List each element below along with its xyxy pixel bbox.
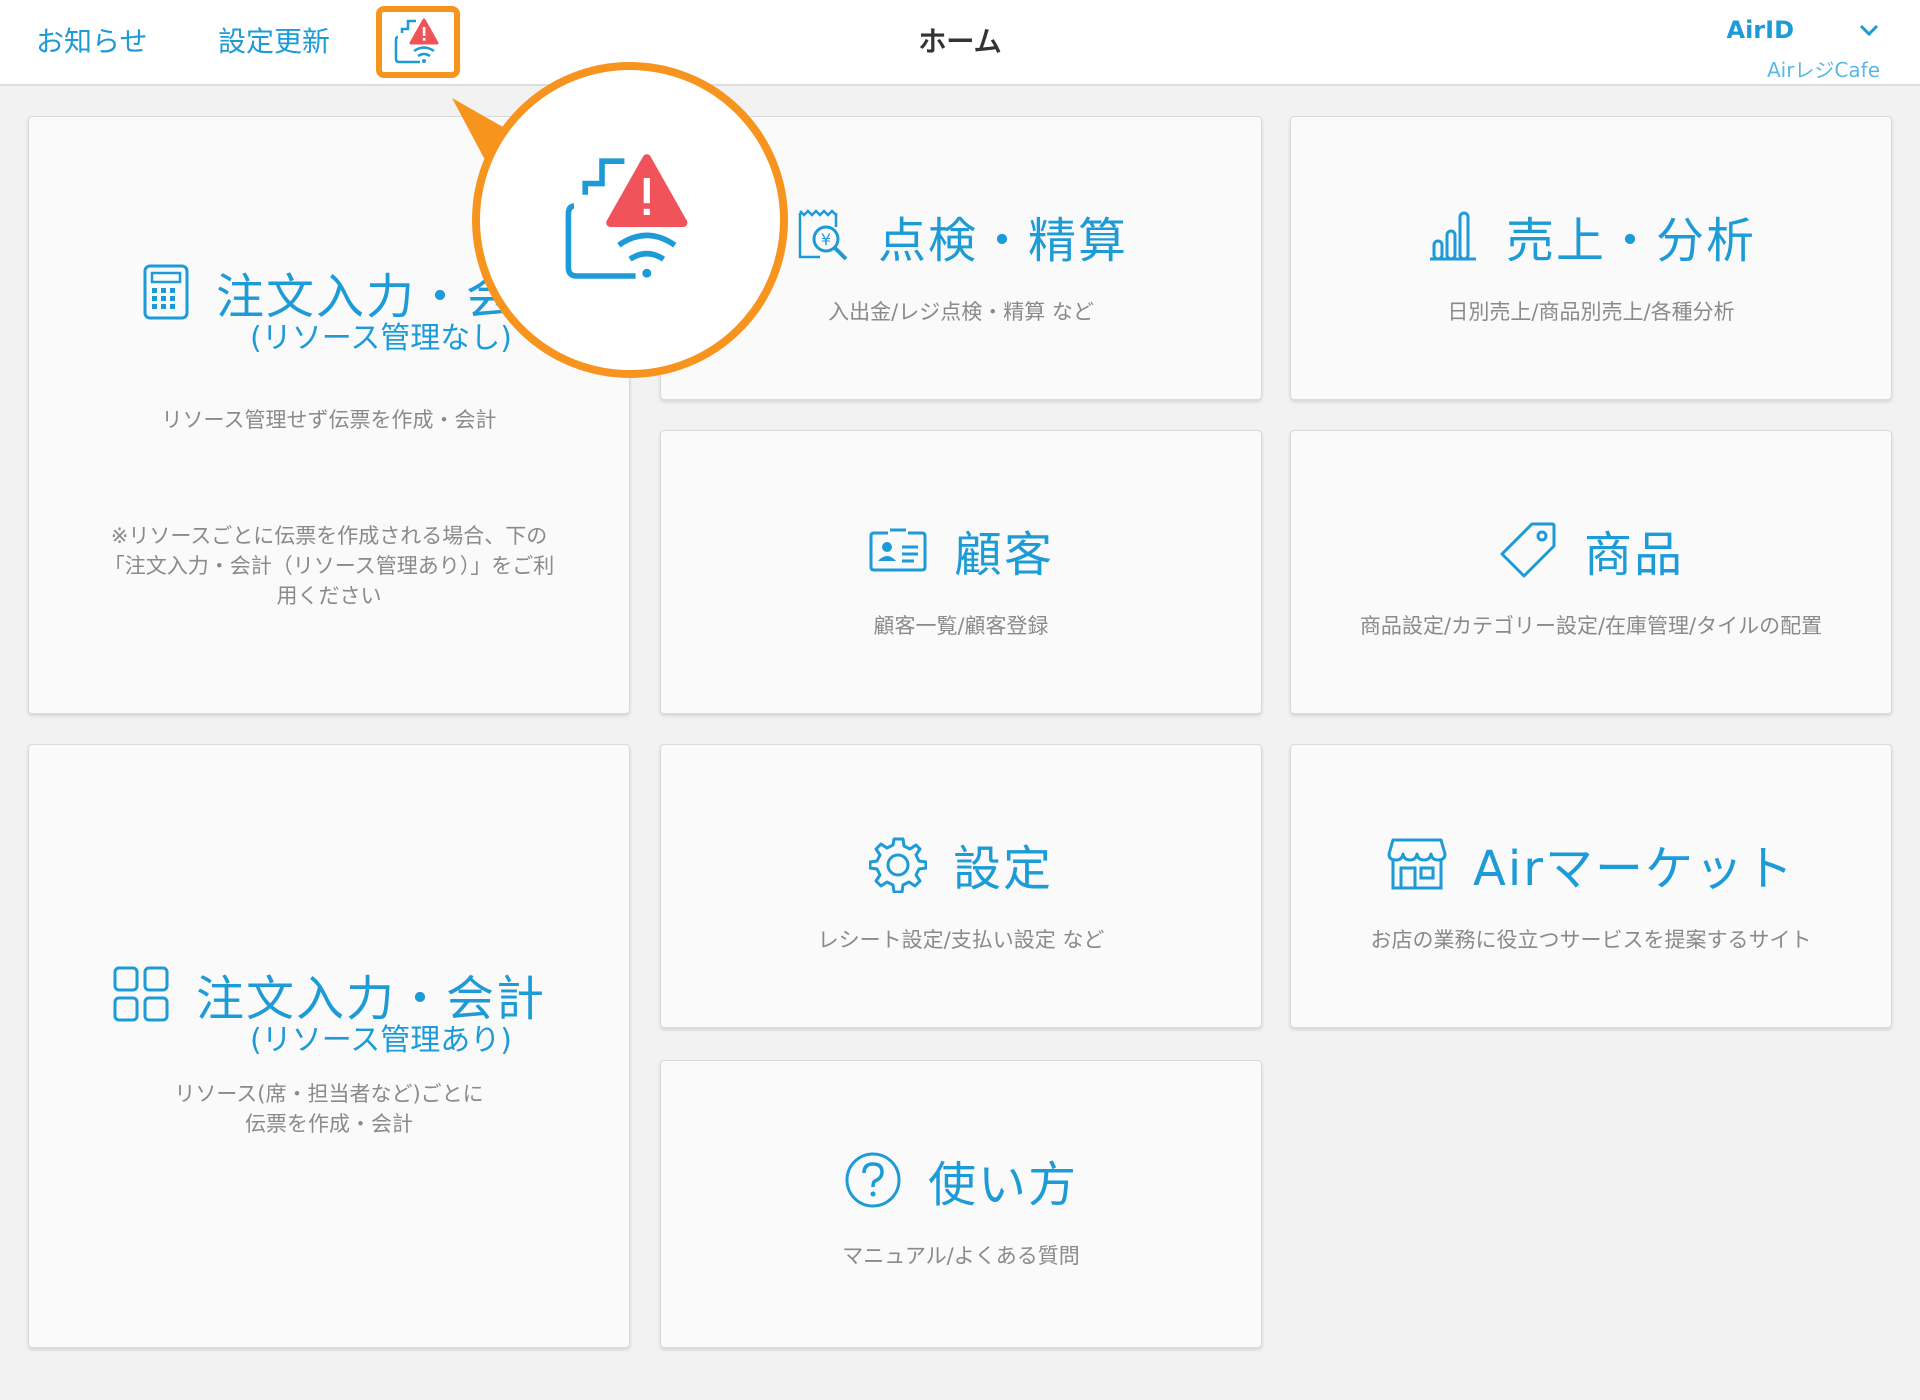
tile-sales[interactable]: 売上・分析 日別売上/商品別売上/各種分析 (1290, 116, 1892, 400)
tile-head: Airマーケット (1291, 829, 1891, 899)
tile-head: 売上・分析 (1291, 201, 1891, 271)
question-icon (845, 1152, 901, 1208)
account-name: AirID (1726, 16, 1795, 44)
tile-description: リソース(席・担当者など)ごとに 伝票を作成・会計 (59, 1079, 599, 1139)
account-menu[interactable]: AirID AirレジCafe (1727, 16, 1881, 83)
tile-description: お店の業務に役立つサービスを提案するサイト (1370, 928, 1812, 952)
note-line: ※リソースごとに伝票を作成される場合、下の (110, 524, 548, 548)
printer-warning-icon (394, 18, 439, 64)
tile-product[interactable]: 商品 商品設定/カテゴリー設定/在庫管理/タイルの配置 (1290, 430, 1892, 714)
tile-description: 日別売上/商品別売上/各種分析 (1447, 300, 1735, 324)
tile-title: 商品 (1583, 527, 1684, 583)
tile-head: 商品 (1291, 515, 1891, 585)
receipt-search-icon: ¥ (798, 209, 848, 261)
tile-title: 使い方 (927, 1157, 1078, 1213)
tile-description: リソース管理せず伝票を作成・会計 (161, 408, 497, 432)
desc-line: 伝票を作成・会計 (245, 1112, 413, 1136)
settings-update-link[interactable]: 設定更新 (218, 24, 330, 60)
tile-head: 顧客 (661, 515, 1261, 585)
tile-description: マニュアル/よくある質問 (842, 1244, 1080, 1268)
gear-icon (868, 837, 927, 893)
note-line: 「注文入力・会計（リソース管理あり）」をご利 (103, 554, 555, 578)
printer-warning-icon (565, 154, 688, 279)
customer-card-icon (869, 528, 927, 572)
tile-help[interactable]: 使い方 マニュアル/よくある質問 (660, 1060, 1262, 1348)
tile-head: 使い方 (661, 1145, 1261, 1215)
store-name: AirレジCafe (1766, 58, 1880, 82)
tile-title: Airマーケット (1473, 841, 1795, 897)
svg-text:¥: ¥ (821, 230, 831, 249)
notice-link[interactable]: お知らせ (36, 24, 147, 60)
tile-title: 売上・分析 (1505, 213, 1756, 269)
page-title: ホーム (918, 25, 1002, 58)
printer-status-button[interactable] (376, 6, 460, 78)
tile-title: 設定 (952, 841, 1053, 897)
store-icon (1387, 838, 1447, 890)
tile-subtitle: (リソース管理あり) (250, 1023, 512, 1058)
callout-magnifier (472, 62, 788, 378)
tile-description: 商品設定/カテゴリー設定/在庫管理/タイルの配置 (1359, 614, 1823, 638)
bar-chart-icon (1429, 211, 1476, 261)
tile-customer[interactable]: 顧客 顧客一覧/顧客登録 (660, 430, 1262, 714)
chevron-down-icon (1859, 24, 1879, 37)
tile-description: 入出金/レジ点検・精算 など (828, 300, 1094, 324)
tile-note: ※リソースごとに伝票を作成される場合、下の 「注文入力・会計（リソース管理あり）… (59, 521, 599, 611)
tile-settings[interactable]: 設定 レシート設定/支払い設定 など (660, 744, 1262, 1028)
tile-title: 顧客 (953, 527, 1054, 583)
price-tag-icon (1500, 522, 1556, 578)
note-line: 用ください (276, 584, 382, 608)
tile-title: 点検・精算 (877, 213, 1128, 269)
tile-air-market[interactable]: Airマーケット お店の業務に役立つサービスを提案するサイト (1290, 744, 1892, 1028)
top-bar: お知らせ 設定更新 ホーム AirID AirレジCafe (0, 0, 1920, 86)
tile-description: レシート設定/支払い設定 など (817, 928, 1105, 952)
tile-head: 設定 (661, 829, 1261, 899)
tile-description: 顧客一覧/顧客登録 (873, 614, 1049, 638)
desc-line: リソース(席・担当者など)ごとに (174, 1082, 484, 1106)
tile-order-resource[interactable]: 注文入力・会計 (リソース管理あり) リソース(席・担当者など)ごとに 伝票を作… (28, 744, 630, 1348)
